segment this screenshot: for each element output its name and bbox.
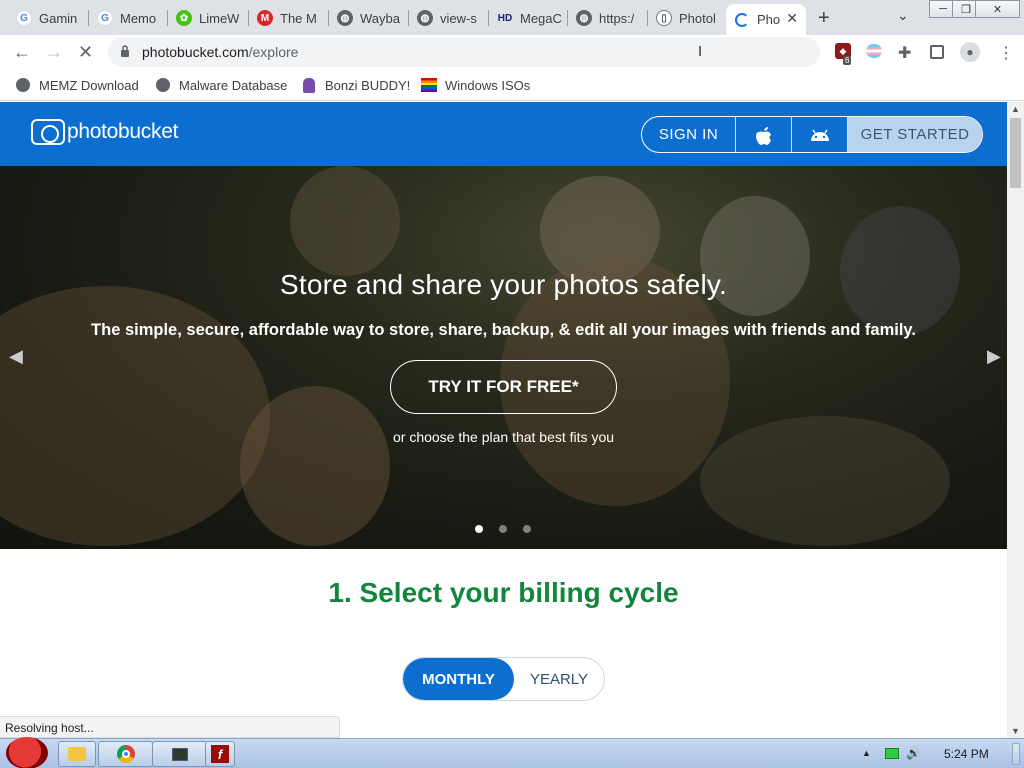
page-content: photobucket SIGN IN GET STARTED ◀ ▶ Stor… bbox=[0, 102, 1007, 738]
text-cursor-icon: I bbox=[698, 43, 703, 60]
android-icon bbox=[810, 129, 829, 141]
billing-toggle: MONTHLY YEARLY bbox=[402, 657, 605, 701]
flag-extension-icon[interactable] bbox=[866, 44, 882, 58]
carousel-dot-2[interactable] bbox=[499, 525, 507, 533]
new-tab-icon[interactable]: + bbox=[818, 7, 830, 30]
status-bubble: Resolving host... bbox=[0, 716, 340, 738]
volume-icon[interactable]: 🔊 bbox=[906, 746, 921, 760]
start-button-angry-bird-icon[interactable] bbox=[6, 737, 48, 768]
tab-9[interactable]: ▯ Photol bbox=[648, 4, 726, 32]
android-app-button[interactable] bbox=[792, 117, 848, 152]
tab-active[interactable]: Pho ✕ bbox=[726, 4, 806, 35]
carousel-prev-icon[interactable]: ◀ bbox=[9, 346, 23, 367]
bookmark-windows-isos[interactable]: Windows ISOs bbox=[421, 77, 530, 93]
tab-5[interactable]: ◍ Wayba bbox=[329, 4, 408, 32]
billing-heading: 1. Select your billing cycle bbox=[328, 577, 679, 608]
profile-avatar-icon[interactable]: ● bbox=[960, 42, 980, 62]
hd-icon: HD bbox=[497, 12, 513, 24]
bonzi-icon bbox=[301, 77, 317, 93]
battery-icon[interactable] bbox=[885, 748, 899, 759]
limewire-icon: ✿ bbox=[176, 10, 192, 26]
chrome-icon bbox=[116, 745, 135, 763]
camera-logo-icon bbox=[31, 119, 65, 145]
carousel-dots bbox=[475, 525, 531, 533]
rainbow-flag-icon bbox=[421, 77, 437, 93]
get-started-button[interactable]: GET STARTED bbox=[848, 117, 982, 152]
tab-1[interactable]: G Gamin bbox=[8, 4, 88, 32]
hero-carousel: ◀ ▶ Store and share your photos safely. … bbox=[0, 166, 1007, 549]
folder-icon bbox=[68, 747, 86, 761]
tab-3[interactable]: ✿ LimeW bbox=[168, 4, 248, 32]
google-icon: G bbox=[97, 10, 113, 26]
bookmark-bonzi-buddy[interactable]: Bonzi BUDDY! bbox=[301, 77, 410, 93]
try-free-button[interactable]: TRY IT FOR FREE* bbox=[390, 360, 617, 414]
site-header: photobucket SIGN IN GET STARTED bbox=[0, 102, 1007, 166]
globe-icon bbox=[15, 77, 31, 93]
taskbar-terminal[interactable] bbox=[152, 741, 207, 767]
choose-plan-link[interactable]: or choose the plan that best fits you bbox=[0, 429, 1007, 445]
tab-8[interactable]: ◍ https:/ bbox=[568, 4, 647, 32]
scroll-thumb[interactable] bbox=[1010, 118, 1021, 188]
taskbar: f ▲ 🔊 5:24 PM bbox=[0, 737, 1024, 768]
carousel-dot-1[interactable] bbox=[475, 525, 483, 533]
google-icon: G bbox=[16, 10, 32, 26]
carousel-dot-3[interactable] bbox=[523, 525, 531, 533]
flash-icon: f bbox=[211, 745, 229, 763]
monthly-option[interactable]: MONTHLY bbox=[403, 658, 514, 700]
globe-icon: ◍ bbox=[337, 10, 353, 26]
lock-icon bbox=[121, 45, 129, 57]
globe-icon: ◍ bbox=[417, 10, 433, 26]
taskbar-chrome[interactable] bbox=[98, 741, 153, 767]
bookmark-memz[interactable]: MEMZ Download bbox=[15, 77, 139, 93]
yearly-option[interactable]: YEARLY bbox=[514, 658, 604, 700]
scroll-down-icon[interactable]: ▼ bbox=[1011, 726, 1020, 736]
tab-4[interactable]: M The M bbox=[249, 4, 328, 32]
header-nav: SIGN IN GET STARTED bbox=[641, 116, 983, 153]
sign-in-button[interactable]: SIGN IN bbox=[642, 117, 736, 152]
scroll-up-icon[interactable]: ▲ bbox=[1011, 104, 1020, 114]
chevron-down-icon[interactable]: ⌄ bbox=[897, 7, 909, 24]
page-scrollbar[interactable]: ▲ ▼ bbox=[1007, 102, 1024, 738]
address-bar[interactable]: photobucket.com/explore I bbox=[108, 37, 820, 67]
apple-icon bbox=[755, 126, 771, 145]
tab-6[interactable]: ◍ view-s bbox=[409, 4, 488, 32]
hero-title: Store and share your photos safely. bbox=[280, 269, 727, 300]
stop-icon[interactable]: ✕ bbox=[78, 42, 93, 63]
bookmarks-bar: MEMZ Download Malware Database Bonzi BUD… bbox=[0, 69, 1024, 101]
carousel-next-icon[interactable]: ▶ bbox=[987, 346, 1001, 367]
photobucket-logo[interactable]: photobucket bbox=[31, 119, 178, 145]
extensions-puzzle-icon[interactable]: ✚ bbox=[898, 43, 911, 63]
tab-7[interactable]: HD MegaC bbox=[489, 4, 567, 32]
mega-icon: M bbox=[257, 10, 273, 26]
back-icon[interactable]: ← bbox=[13, 42, 31, 63]
taskbar-flash[interactable]: f bbox=[205, 741, 235, 767]
close-window-button[interactable]: ✕ bbox=[975, 0, 1020, 18]
taskbar-explorer[interactable] bbox=[58, 741, 96, 767]
url-text: photobucket.com/explore bbox=[142, 44, 299, 60]
terminal-icon bbox=[171, 747, 188, 761]
loading-spinner-icon bbox=[734, 12, 750, 28]
extension-badge: 6 bbox=[843, 56, 852, 65]
side-panel-icon[interactable] bbox=[930, 45, 944, 59]
close-tab-icon[interactable]: ✕ bbox=[786, 10, 798, 27]
apple-app-button[interactable] bbox=[736, 117, 792, 152]
forward-icon[interactable]: → bbox=[45, 42, 63, 63]
show-desktop-button[interactable] bbox=[1012, 743, 1020, 765]
photobucket-icon: ▯ bbox=[656, 10, 672, 26]
clock[interactable]: 5:24 PM bbox=[944, 747, 989, 761]
globe-icon: ◍ bbox=[576, 10, 592, 26]
menu-kebab-icon[interactable]: ⋮ bbox=[998, 43, 1014, 63]
bookmark-malware-database[interactable]: Malware Database bbox=[155, 77, 287, 93]
tray-expand-icon[interactable]: ▲ bbox=[862, 748, 871, 758]
tab-2[interactable]: G Memo bbox=[89, 4, 167, 32]
hero-subtitle: The simple, secure, affordable way to st… bbox=[91, 321, 916, 339]
tab-strip: G Gamin G Memo ✿ LimeW M The M ◍ Wayba ◍ view-… bbox=[0, 0, 1024, 35]
globe-icon bbox=[155, 77, 171, 93]
